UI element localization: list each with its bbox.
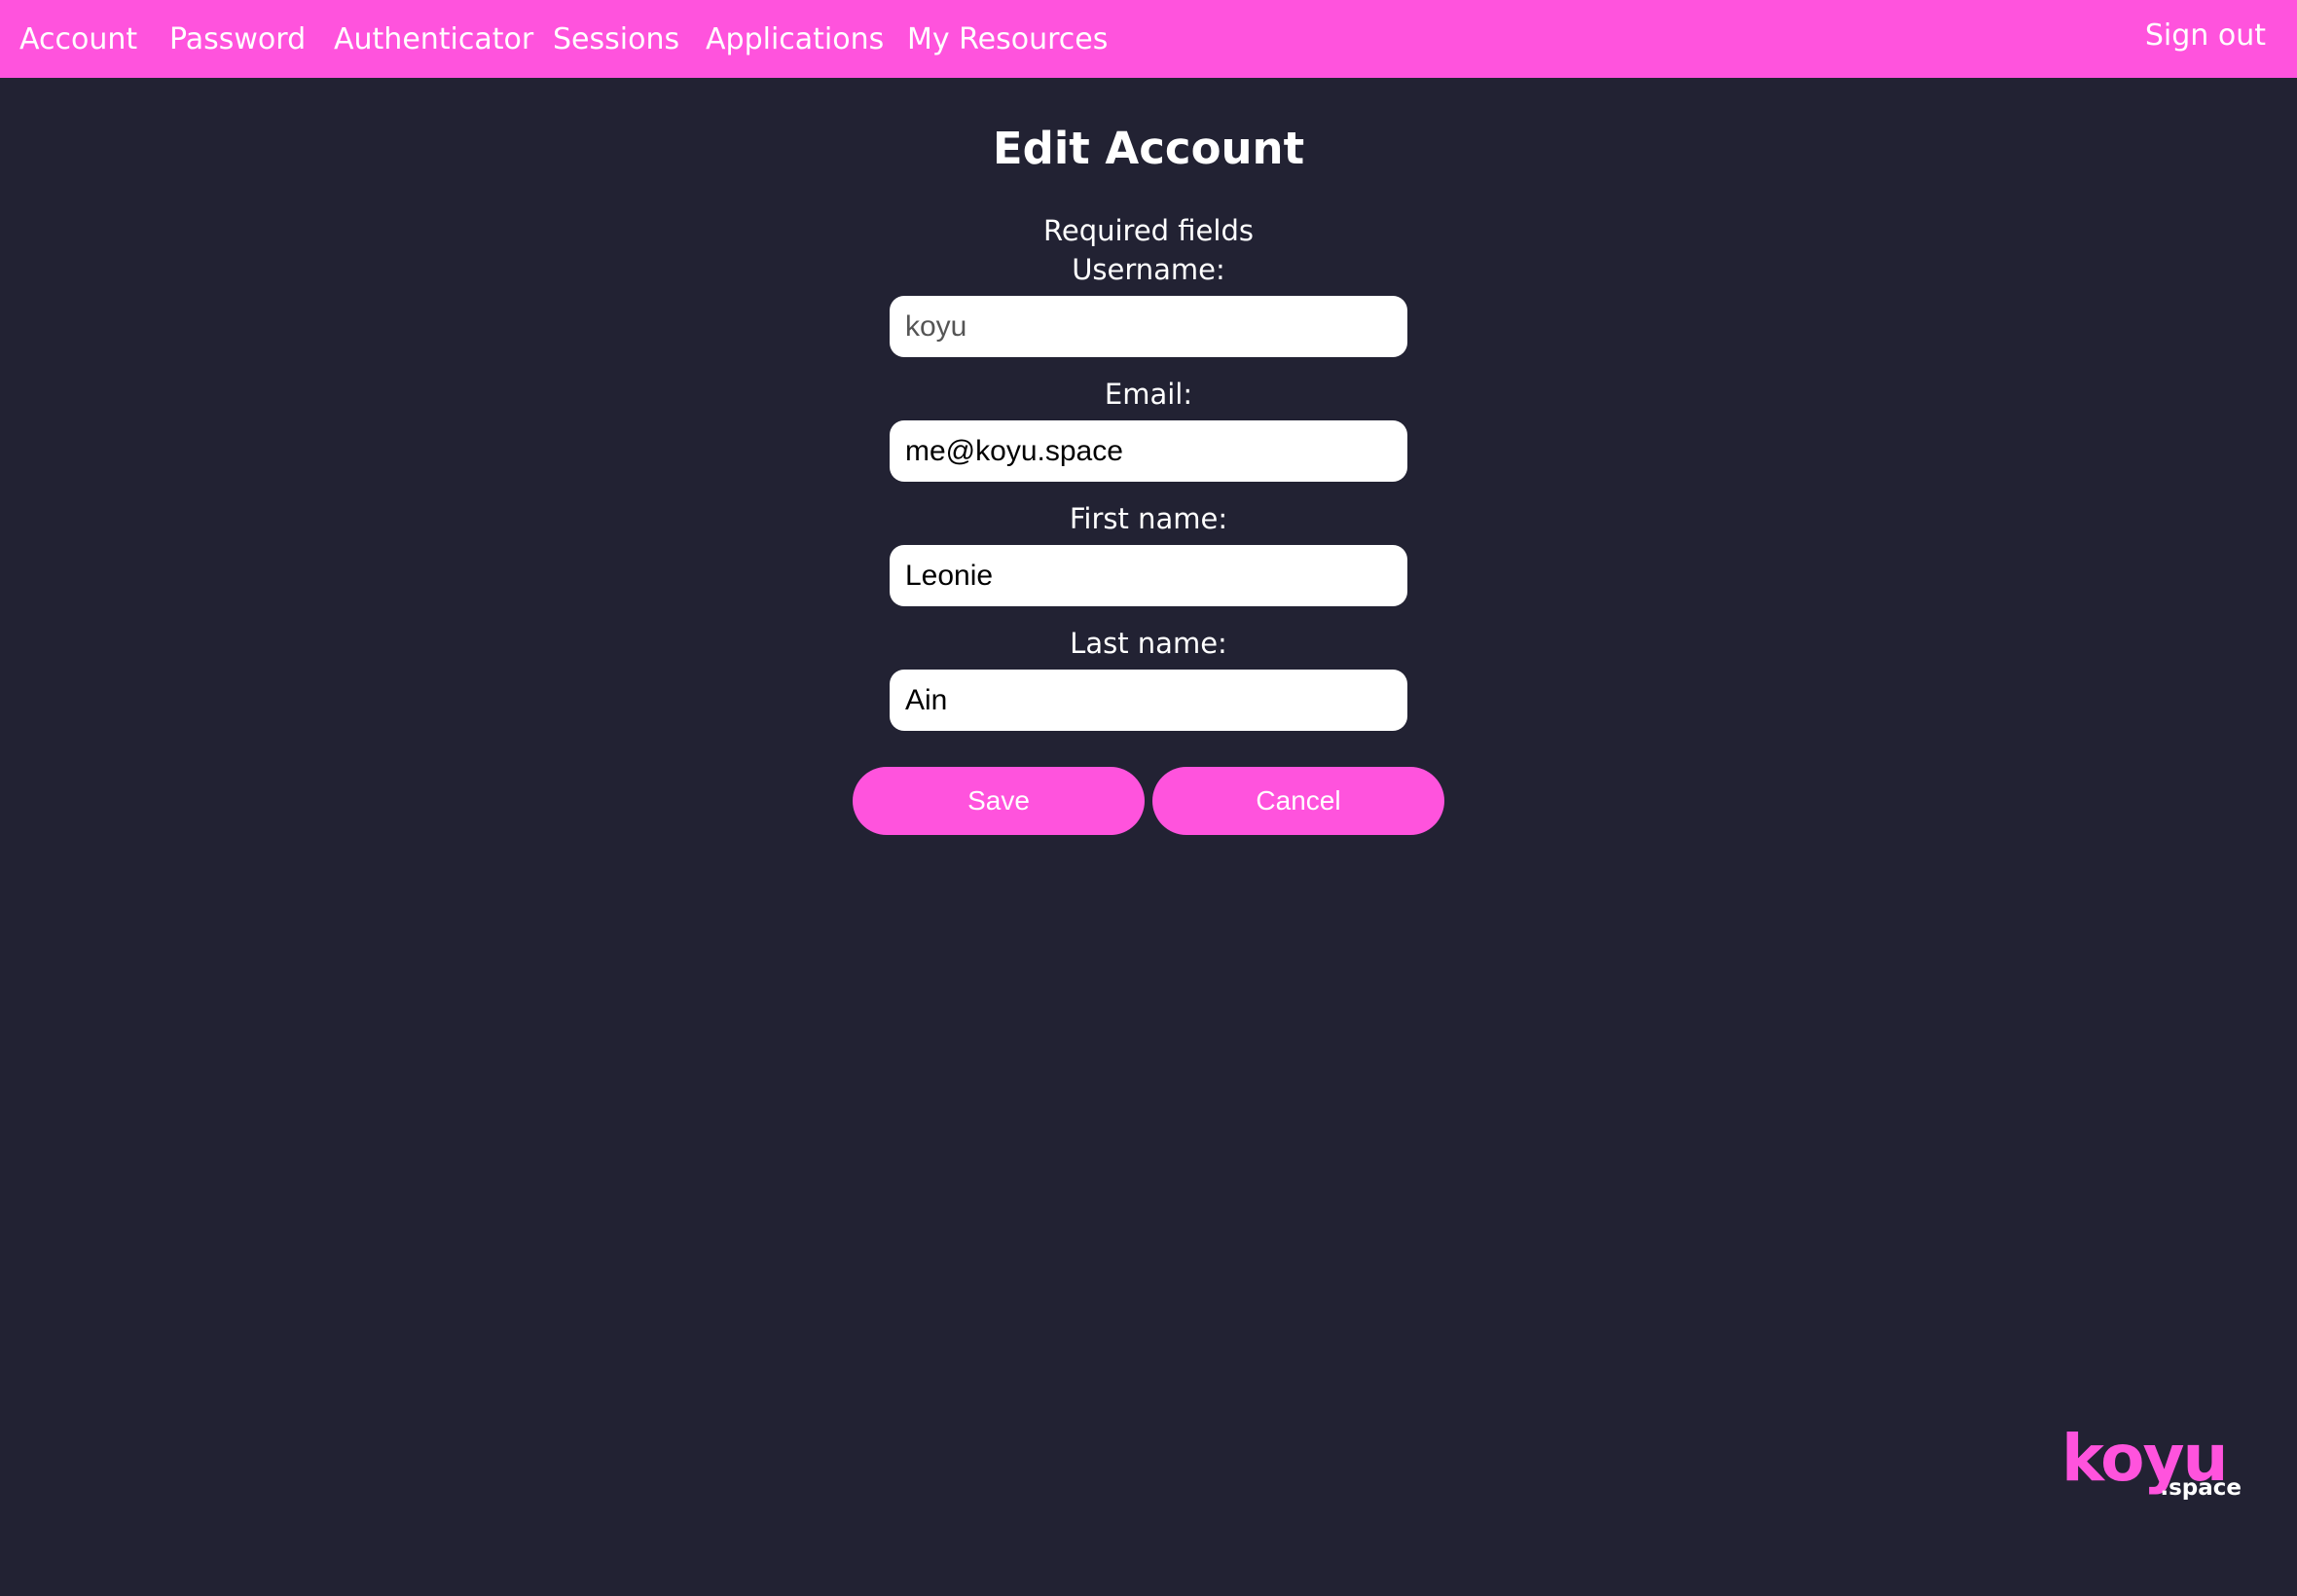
top-navigation-bar: Account Password Authenticator Sessions …: [0, 0, 2297, 78]
first-name-label: First name:: [1069, 502, 1228, 535]
sign-out-link[interactable]: Sign out: [2145, 18, 2266, 54]
cancel-button[interactable]: Cancel: [1152, 767, 1444, 835]
nav-item-sessions[interactable]: Sessions: [553, 21, 679, 58]
nav-item-account[interactable]: Account: [19, 21, 137, 58]
nav-item-my-resources[interactable]: My Resources: [907, 21, 1108, 58]
email-label: Email:: [1104, 378, 1193, 411]
username-label: Username:: [1072, 253, 1225, 286]
nav-item-authenticator[interactable]: Authenticator: [334, 21, 533, 58]
save-button[interactable]: Save: [853, 767, 1145, 835]
required-fields-note: Required fields: [1043, 214, 1254, 247]
first-name-field[interactable]: [890, 545, 1407, 606]
logo-domain: .space: [2160, 1475, 2242, 1501]
last-name-field[interactable]: [890, 670, 1407, 731]
email-field[interactable]: [890, 420, 1407, 482]
username-field[interactable]: [890, 296, 1407, 357]
koyu-space-logo: koyu .space: [2061, 1425, 2242, 1508]
nav-item-password[interactable]: Password: [169, 21, 306, 58]
page-title: Edit Account: [992, 123, 1305, 174]
last-name-label: Last name:: [1070, 627, 1227, 660]
nav-item-applications[interactable]: Applications: [706, 21, 884, 58]
